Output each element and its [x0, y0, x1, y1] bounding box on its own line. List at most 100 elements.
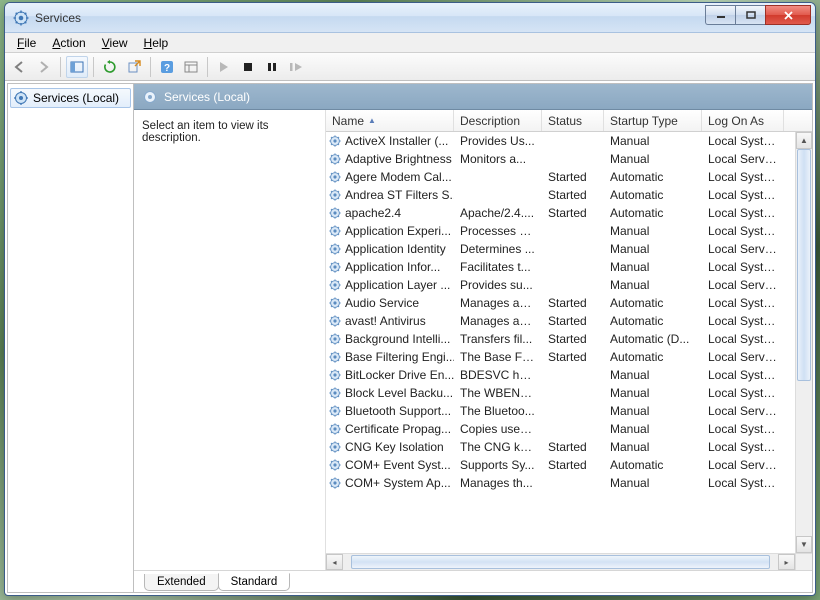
service-status-cell: Started	[542, 206, 604, 220]
service-name-label: Application Identity	[345, 242, 446, 256]
maximize-icon	[746, 11, 756, 19]
column-header-status[interactable]: Status	[542, 110, 604, 131]
service-startup-cell: Manual	[604, 260, 702, 274]
gear-icon	[328, 422, 342, 436]
vertical-scrollbar[interactable]: ▲ ▼	[795, 132, 812, 553]
service-row[interactable]: ActiveX Installer (...Provides Us...Manu…	[326, 132, 812, 150]
gear-icon	[328, 224, 342, 238]
service-row[interactable]: Base Filtering Engi...The Base Fil...Sta…	[326, 348, 812, 366]
service-row[interactable]: Application IdentityDetermines ...Manual…	[326, 240, 812, 258]
tree-root-services-local[interactable]: Services (Local)	[10, 88, 131, 108]
service-startup-cell: Manual	[604, 404, 702, 418]
service-logon-cell: Local Syste...	[702, 386, 784, 400]
service-startup-cell: Manual	[604, 440, 702, 454]
scroll-thumb[interactable]	[351, 555, 770, 569]
refresh-button[interactable]	[99, 56, 121, 78]
minimize-button[interactable]	[705, 5, 735, 25]
service-name-label: COM+ Event Syst...	[345, 458, 451, 472]
horizontal-scrollbar[interactable]: ◂ ▸	[326, 553, 812, 570]
restart-service-button[interactable]	[285, 56, 307, 78]
window-controls	[705, 5, 811, 25]
service-row[interactable]: Bluetooth Support...The Bluetoo...Manual…	[326, 402, 812, 420]
service-startup-cell: Automatic	[604, 296, 702, 310]
service-row[interactable]: Certificate Propag...Copies user ...Manu…	[326, 420, 812, 438]
service-desc-cell: Monitors a...	[454, 152, 542, 166]
scroll-track[interactable]	[343, 554, 778, 570]
service-desc-cell: Apache/2.4....	[454, 206, 542, 220]
gear-icon	[328, 314, 342, 328]
service-desc-cell: Processes a...	[454, 224, 542, 238]
service-row[interactable]: Agere Modem Cal...StartedAutomaticLocal …	[326, 168, 812, 186]
service-name-label: Andrea ST Filters S...	[345, 188, 454, 202]
service-row[interactable]: Andrea ST Filters S...StartedAutomaticLo…	[326, 186, 812, 204]
service-row[interactable]: Block Level Backu...The WBENG...ManualLo…	[326, 384, 812, 402]
service-startup-cell: Automatic	[604, 170, 702, 184]
service-name-label: Background Intelli...	[345, 332, 450, 346]
gear-icon	[328, 368, 342, 382]
menu-view[interactable]: View	[94, 34, 136, 52]
column-headers: Name▲ Description Status Startup Type Lo…	[326, 110, 812, 132]
service-row[interactable]: Application Experi...Processes a...Manua…	[326, 222, 812, 240]
service-name-label: COM+ System Ap...	[345, 476, 451, 490]
gear-icon	[328, 188, 342, 202]
stop-service-button[interactable]	[237, 56, 259, 78]
close-icon	[783, 11, 794, 20]
service-row[interactable]: Background Intelli... Transfers fil...Sta…	[326, 330, 812, 348]
gear-icon	[328, 404, 342, 418]
close-button[interactable]	[765, 5, 811, 25]
service-row[interactable]: BitLocker Drive En...BDESVC hos...Manual…	[326, 366, 812, 384]
column-header-description[interactable]: Description	[454, 110, 542, 131]
start-service-button[interactable]	[213, 56, 235, 78]
restart-icon	[289, 61, 303, 73]
service-logon-cell: Local Service	[702, 242, 784, 256]
service-row[interactable]: Audio ServiceManages au...StartedAutomat…	[326, 294, 812, 312]
service-logon-cell: Local Service	[702, 278, 784, 292]
nav-forward-button[interactable]	[33, 56, 55, 78]
tab-standard[interactable]: Standard	[218, 573, 291, 591]
service-startup-cell: Manual	[604, 368, 702, 382]
column-header-logon[interactable]: Log On As	[702, 110, 784, 131]
menu-action[interactable]: Action	[44, 34, 93, 52]
show-hide-tree-button[interactable]	[66, 56, 88, 78]
scroll-thumb[interactable]	[797, 149, 811, 381]
pause-service-button[interactable]	[261, 56, 283, 78]
menu-help[interactable]: Help	[136, 34, 177, 52]
gear-icon	[328, 134, 342, 148]
service-rows[interactable]: ActiveX Installer (...Provides Us...Manu…	[326, 132, 812, 553]
maximize-button[interactable]	[735, 5, 765, 25]
service-row[interactable]: CNG Key IsolationThe CNG ke...StartedMan…	[326, 438, 812, 456]
service-row[interactable]: COM+ Event Syst...Supports Sy...StartedA…	[326, 456, 812, 474]
service-startup-cell: Manual	[604, 422, 702, 436]
play-icon	[219, 61, 229, 73]
arrow-left-icon	[13, 61, 27, 73]
service-desc-cell: The WBENG...	[454, 386, 542, 400]
titlebar[interactable]: Services	[5, 3, 815, 33]
scroll-left-button[interactable]: ◂	[326, 554, 343, 570]
service-row[interactable]: Adaptive BrightnessMonitors a...ManualLo…	[326, 150, 812, 168]
nav-back-button[interactable]	[9, 56, 31, 78]
minimize-icon	[716, 11, 726, 19]
service-startup-cell: Manual	[604, 134, 702, 148]
scroll-right-button[interactable]: ▸	[778, 554, 795, 570]
service-row[interactable]: COM+ System Ap...Manages th...ManualLoca…	[326, 474, 812, 492]
service-row[interactable]: avast! AntivirusManages an...StartedAuto…	[326, 312, 812, 330]
service-row[interactable]: Application Infor...Facilitates t...Manu…	[326, 258, 812, 276]
scroll-up-button[interactable]: ▲	[796, 132, 812, 149]
service-logon-cell: Local Service	[702, 404, 784, 418]
service-row[interactable]: Application Layer ...Provides su...Manua…	[326, 276, 812, 294]
scroll-track[interactable]	[796, 149, 812, 536]
pane-title: Services (Local)	[164, 90, 250, 104]
tab-extended[interactable]: Extended	[144, 574, 219, 591]
column-header-startup[interactable]: Startup Type	[604, 110, 702, 131]
service-startup-cell: Manual	[604, 224, 702, 238]
properties-button[interactable]	[180, 56, 202, 78]
menu-file[interactable]: File	[9, 34, 44, 52]
service-desc-cell: Transfers fil...	[454, 332, 542, 346]
export-list-button[interactable]	[123, 56, 145, 78]
column-header-name[interactable]: Name▲	[326, 110, 454, 131]
service-status-cell: Started	[542, 332, 604, 346]
service-status-cell: Started	[542, 440, 604, 454]
scroll-down-button[interactable]: ▼	[796, 536, 812, 553]
service-row[interactable]: apache2.4Apache/2.4....StartedAutomaticL…	[326, 204, 812, 222]
help-button[interactable]: ?	[156, 56, 178, 78]
